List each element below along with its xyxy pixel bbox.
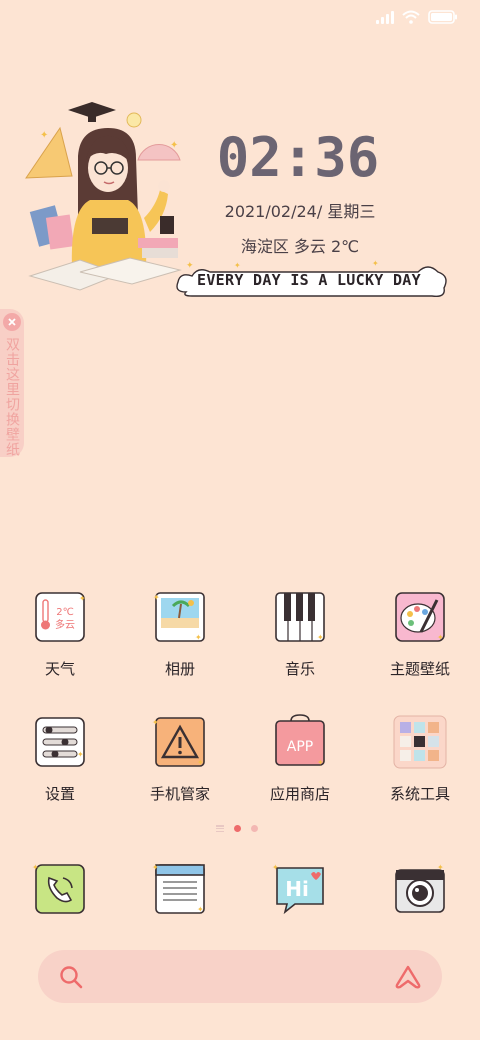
date-text: 2021/02/24/ 星期三 bbox=[224, 202, 376, 221]
lucky-day-slogan: EVERY DAY IS A LUCKY DAY bbox=[197, 271, 421, 289]
svg-text:✦: ✦ bbox=[272, 863, 279, 872]
app-label: 天气 bbox=[44, 660, 75, 678]
wifi-icon bbox=[402, 10, 420, 24]
svg-text:✦: ✦ bbox=[152, 863, 159, 872]
svg-text:✦: ✦ bbox=[32, 863, 39, 872]
app-themes[interactable]: ✦ 主题壁纸 bbox=[360, 588, 480, 713]
app-row-2: ✦ 设置 ✦ ✦ 手机管家 APP ✦ 应用商店 系统工具 bbox=[0, 713, 480, 838]
security-icon[interactable]: ✦ ✦ bbox=[151, 713, 209, 771]
wallpaper-switch-tab[interactable]: 双击这里切换壁纸 bbox=[0, 309, 24, 457]
svg-text:✦: ✦ bbox=[152, 718, 159, 727]
svg-text:✦: ✦ bbox=[79, 594, 86, 603]
svg-text:✦: ✦ bbox=[195, 633, 202, 642]
dock-browser[interactable]: ✦ ✦ bbox=[120, 860, 240, 918]
svg-text:✦: ✦ bbox=[437, 863, 444, 872]
battery-icon bbox=[428, 10, 458, 24]
app-label: 设置 bbox=[44, 785, 75, 803]
svg-text:APP: APP bbox=[287, 739, 313, 755]
page-list-icon bbox=[216, 825, 224, 832]
svg-text:多云: 多云 bbox=[55, 618, 75, 631]
tools-folder-icon[interactable] bbox=[391, 713, 449, 771]
svg-text:✦: ✦ bbox=[197, 905, 204, 914]
status-bar bbox=[376, 10, 458, 24]
dock-camera[interactable]: ✦ bbox=[360, 860, 480, 918]
search-bar[interactable] bbox=[38, 950, 442, 1003]
settings-icon[interactable]: ✦ bbox=[31, 713, 89, 771]
svg-text:✦: ✦ bbox=[197, 758, 204, 767]
gallery-icon[interactable]: ✦ ✦ bbox=[151, 588, 209, 646]
app-weather[interactable]: 2℃ 多云 ✦ 天气 bbox=[0, 588, 120, 713]
close-icon[interactable] bbox=[3, 313, 21, 331]
svg-text:✦: ✦ bbox=[77, 750, 84, 759]
svg-text:✦: ✦ bbox=[437, 633, 444, 642]
svg-text:✦: ✦ bbox=[153, 593, 160, 602]
svg-text:✦: ✦ bbox=[234, 261, 241, 270]
page-dot[interactable] bbox=[251, 825, 258, 832]
messages-icon[interactable]: Hi ✦ bbox=[271, 860, 329, 918]
music-icon[interactable]: ✦ bbox=[271, 588, 329, 646]
app-row-1: 2℃ 多云 ✦ 天气 ✦ ✦ 相册 ✦ 音乐 ✦ 主题壁纸 bbox=[0, 588, 480, 713]
page-dot-active[interactable] bbox=[234, 825, 241, 832]
svg-text:✦: ✦ bbox=[186, 261, 194, 271]
svg-text:2℃: 2℃ bbox=[56, 607, 74, 618]
clock-text: 02:36 bbox=[217, 130, 380, 186]
girl-illustration: ✦ ✦ bbox=[20, 98, 188, 293]
svg-text:✦: ✦ bbox=[40, 130, 48, 141]
svg-text:✦: ✦ bbox=[170, 140, 178, 151]
svg-text:✦: ✦ bbox=[372, 259, 379, 268]
app-label: 应用商店 bbox=[269, 785, 330, 803]
camera-icon[interactable]: ✦ bbox=[391, 860, 449, 918]
app-label: 音乐 bbox=[284, 660, 315, 678]
app-label: 系统工具 bbox=[389, 785, 450, 803]
dock-phone[interactable]: ✦ bbox=[0, 860, 120, 918]
app-settings[interactable]: ✦ 设置 bbox=[0, 713, 120, 838]
app-music[interactable]: ✦ 音乐 bbox=[240, 588, 360, 713]
app-security[interactable]: ✦ ✦ 手机管家 bbox=[120, 713, 240, 838]
page-indicator bbox=[216, 825, 258, 832]
app-label: 相册 bbox=[164, 660, 195, 678]
app-label: 主题壁纸 bbox=[389, 660, 450, 678]
app-label: 手机管家 bbox=[149, 785, 210, 803]
app-tools-folder[interactable]: 系统工具 bbox=[360, 713, 480, 838]
app-gallery[interactable]: ✦ ✦ 相册 bbox=[120, 588, 240, 713]
phone-icon[interactable]: ✦ bbox=[31, 860, 89, 918]
themes-icon[interactable]: ✦ bbox=[391, 588, 449, 646]
signal-icon bbox=[376, 10, 394, 24]
svg-text:Hi: Hi bbox=[285, 877, 309, 901]
app-store-icon[interactable]: APP ✦ bbox=[271, 713, 329, 771]
clock-time: 02:36 bbox=[216, 126, 380, 189]
dock-messages[interactable]: Hi ✦ bbox=[240, 860, 360, 918]
svg-text:✦: ✦ bbox=[317, 633, 324, 642]
assistant-icon[interactable] bbox=[394, 964, 422, 990]
weather-summary: 海淀区 多云 2℃ bbox=[240, 237, 360, 256]
browser-icon[interactable]: ✦ ✦ bbox=[151, 860, 209, 918]
svg-text:✦: ✦ bbox=[317, 758, 324, 767]
app-store[interactable]: APP ✦ 应用商店 bbox=[240, 713, 360, 838]
search-icon[interactable] bbox=[58, 964, 84, 990]
weather-icon[interactable]: 2℃ 多云 ✦ bbox=[31, 588, 89, 646]
dock: ✦ ✦ ✦ Hi ✦ ✦ bbox=[0, 860, 480, 918]
app-grid: 2℃ 多云 ✦ 天气 ✦ ✦ 相册 ✦ 音乐 ✦ 主题壁纸 ✦ 设置 ✦ ✦ 手… bbox=[0, 588, 480, 838]
wallpaper-switch-label: 双击这里切换壁纸 bbox=[4, 337, 20, 457]
